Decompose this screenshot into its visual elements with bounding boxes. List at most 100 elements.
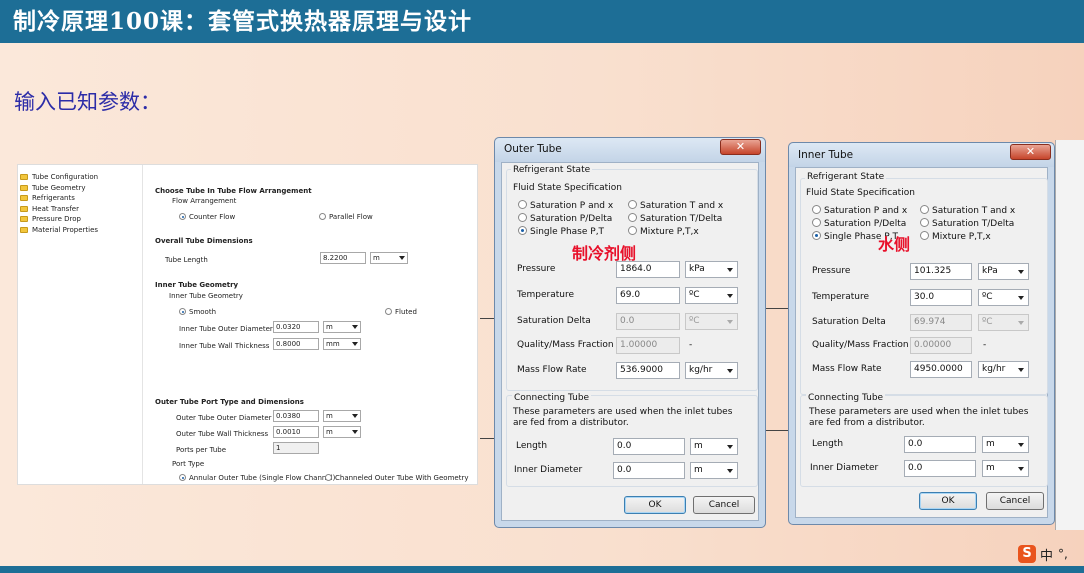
radio-label: Channeled Outer Tube With Geometry	[335, 474, 469, 482]
slide-title: 制冷原理100课：套管式换热器原理与设计	[0, 0, 1084, 43]
inner-wall-label: Inner Tube Wall Thickness	[179, 342, 270, 350]
channeled-outer-tube-radio[interactable]: Channeled Outer Tube With Geometry	[325, 474, 468, 482]
inner-od-input[interactable]: 0.0320	[273, 321, 319, 333]
outer-od-unit-select[interactable]: m	[323, 410, 361, 422]
flow-arrangement-group-label: Flow Arrangement	[172, 197, 237, 205]
background-line	[480, 438, 494, 439]
saturation-delta-unit-select[interactable]: ºC	[685, 313, 738, 330]
sat-t-delta-radio[interactable]: Saturation T/Delta	[920, 218, 1014, 229]
tree-item-pressure-drop[interactable]: Pressure Drop	[18, 214, 142, 225]
folder-icon	[20, 184, 28, 191]
sat-t-delta-radio[interactable]: Saturation T/Delta	[628, 213, 722, 224]
refrigerant-side-annotation: 制冷剂侧	[572, 244, 637, 263]
inner-diameter-unit-select[interactable]: m	[690, 462, 738, 479]
select-value: ºC	[982, 292, 993, 302]
radio-label: Counter Flow	[189, 213, 236, 221]
inner-wall-input[interactable]: 0.8000	[273, 338, 319, 350]
mass-flow-rate-unit-select[interactable]: kg/hr	[978, 361, 1029, 378]
outer-wall-unit-select[interactable]: m	[323, 426, 361, 438]
cancel-button[interactable]: Cancel	[986, 492, 1044, 510]
outer-od-input[interactable]: 0.0380	[273, 410, 319, 422]
tube-configuration-panel: Tube Configuration Tube Geometry Refrige…	[17, 164, 478, 485]
quality-label: Quality/Mass Fraction	[517, 340, 614, 350]
saturation-delta-input[interactable]: 69.974	[910, 314, 972, 331]
select-value: m	[326, 428, 333, 436]
inner-diameter-input[interactable]: 0.0	[613, 462, 685, 479]
mass-flow-rate-unit-select[interactable]: kg/hr	[685, 362, 738, 379]
ok-button[interactable]: OK	[624, 496, 686, 514]
inner-wall-unit-select[interactable]: mm	[323, 338, 361, 350]
counter-flow-radio[interactable]: Counter Flow	[179, 213, 235, 221]
background-line	[480, 318, 494, 319]
sat-t-x-radio[interactable]: Saturation T and x	[920, 205, 1015, 216]
outer-wall-input[interactable]: 0.0010	[273, 426, 319, 438]
outer-wall-label: Outer Tube Wall Thickness	[176, 430, 269, 438]
inner-diameter-unit-select[interactable]: m	[982, 460, 1029, 477]
tube-length-unit-select[interactable]: m	[370, 252, 408, 264]
radio-icon	[628, 213, 637, 222]
radio-label: Saturation T/Delta	[640, 214, 723, 224]
inner-od-unit-select[interactable]: m	[323, 321, 361, 333]
mixture-radio[interactable]: Mixture P,T,x	[920, 231, 991, 242]
sat-p-delta-radio[interactable]: Saturation P/Delta	[518, 213, 612, 224]
fluted-radio[interactable]: Fluted	[385, 308, 417, 316]
tube-length-input[interactable]: 8.2200	[320, 252, 366, 264]
mixture-radio[interactable]: Mixture P,T,x	[628, 226, 699, 237]
mass-flow-rate-input[interactable]: 4950.0000	[910, 361, 972, 378]
radio-icon	[920, 231, 929, 240]
length-input[interactable]: 0.0	[613, 438, 685, 455]
pressure-unit-select[interactable]: kPa	[978, 263, 1029, 280]
tree-item-tube-geometry[interactable]: Tube Geometry	[18, 183, 142, 194]
radio-icon	[319, 213, 326, 220]
length-unit-select[interactable]: m	[982, 436, 1029, 453]
ime-indicator[interactable]: S 中 °,	[1018, 544, 1068, 564]
ok-button[interactable]: OK	[919, 492, 977, 510]
length-label: Length	[812, 439, 844, 449]
pressure-unit-select[interactable]: kPa	[685, 261, 738, 278]
radio-selected-icon	[179, 474, 186, 481]
saturation-delta-input[interactable]: 0.0	[616, 313, 680, 330]
length-unit-select[interactable]: m	[690, 438, 738, 455]
smooth-radio[interactable]: Smooth	[179, 308, 216, 316]
pressure-input[interactable]: 101.325	[910, 263, 972, 280]
single-phase-radio[interactable]: Single Phase P,T	[518, 226, 604, 237]
inner-diameter-label: Inner Diameter	[514, 465, 583, 475]
pressure-label: Pressure	[517, 264, 556, 274]
chevron-down-icon	[727, 320, 733, 324]
inner-diameter-input[interactable]: 0.0	[904, 460, 976, 477]
length-input[interactable]: 0.0	[904, 436, 976, 453]
annular-outer-tube-radio[interactable]: Annular Outer Tube (Single Flow Channel)	[179, 474, 335, 482]
temperature-unit-select[interactable]: ºC	[685, 287, 738, 304]
ports-per-tube-input[interactable]: 1	[273, 442, 319, 454]
sat-p-delta-radio[interactable]: Saturation P/Delta	[812, 218, 906, 229]
mass-flow-rate-input[interactable]: 536.9000	[616, 362, 680, 379]
close-button[interactable]: ✕	[1010, 144, 1051, 160]
outer-tube-dialog: Outer Tube ✕ Refrigerant State Fluid Sta…	[494, 137, 766, 528]
quality-input[interactable]: 1.00000	[616, 337, 680, 354]
chevron-down-icon	[727, 294, 733, 298]
radio-label: Saturation P/Delta	[530, 214, 613, 224]
sat-t-x-radio[interactable]: Saturation T and x	[628, 200, 723, 211]
dialog-title: Outer Tube	[504, 143, 562, 155]
tree-item-heat-transfer[interactable]: Heat Transfer	[18, 204, 142, 215]
tree-item-tube-configuration[interactable]: Tube Configuration	[18, 172, 142, 183]
radio-label: Saturation P/Delta	[824, 219, 907, 229]
fluid-state-spec-label: Fluid State Specification	[513, 183, 622, 193]
sat-p-x-radio[interactable]: Saturation P and x	[812, 205, 907, 216]
temperature-input[interactable]: 30.0	[910, 289, 972, 306]
temperature-unit-select[interactable]: ºC	[978, 289, 1029, 306]
quality-input[interactable]: 0.00000	[910, 337, 972, 354]
tree-item-material-properties[interactable]: Material Properties	[18, 225, 142, 236]
select-value: m	[326, 323, 333, 331]
select-value: kPa	[982, 266, 998, 276]
parallel-flow-radio[interactable]: Parallel Flow	[319, 213, 373, 221]
saturation-delta-unit-select[interactable]: ºC	[978, 314, 1029, 331]
cancel-button[interactable]: Cancel	[693, 496, 755, 514]
temperature-input[interactable]: 69.0	[616, 287, 680, 304]
close-button[interactable]: ✕	[720, 139, 761, 155]
chevron-down-icon	[727, 445, 733, 449]
chevron-down-icon	[1018, 443, 1024, 447]
tree-item-refrigerants[interactable]: Refrigerants	[18, 193, 142, 204]
sat-p-x-radio[interactable]: Saturation P and x	[518, 200, 613, 211]
connecting-tube-label: Connecting Tube	[512, 393, 592, 403]
